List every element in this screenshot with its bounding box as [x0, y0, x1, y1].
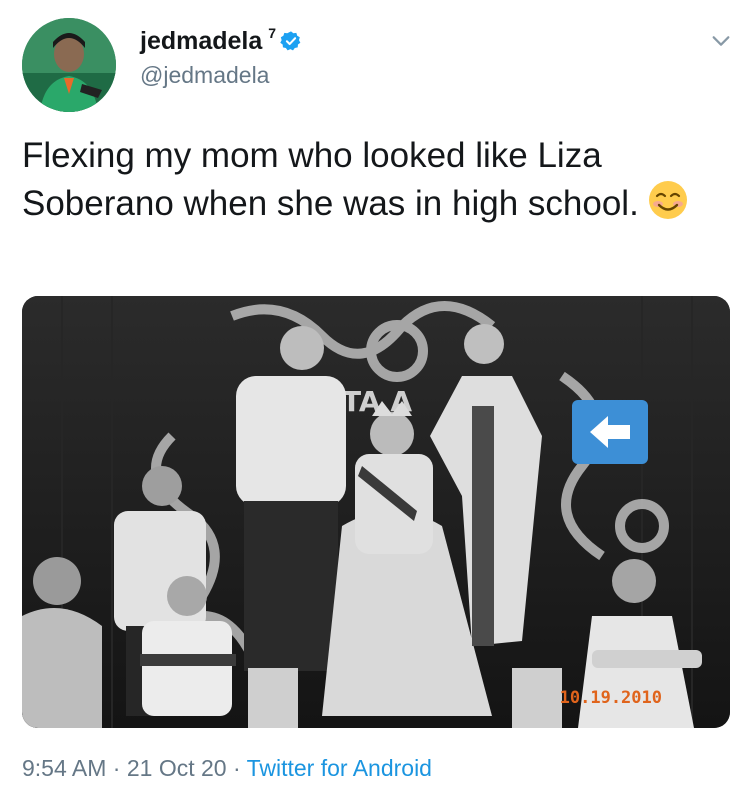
date-stamp: 10.19.2010 — [559, 688, 662, 708]
tweet-date[interactable]: 21 Oct 20 — [127, 755, 227, 781]
author-names: jedmadela 7 @jedmadela — [140, 24, 302, 89]
profile-photo-icon — [22, 18, 116, 112]
avatar[interactable] — [22, 18, 116, 112]
separator-dot: · — [106, 755, 127, 781]
source-link[interactable]: Twitter for Android — [247, 755, 432, 781]
handle[interactable]: @jedmadela — [140, 62, 302, 89]
chevron-down-icon[interactable] — [710, 30, 732, 52]
tweet-photo[interactable]: TA A 10.19.2010 — [22, 296, 730, 728]
tweet-header: jedmadela 7 @jedmadela — [22, 18, 732, 112]
coronation-photo-image: TA A — [22, 296, 730, 728]
display-name-row: jedmadela 7 — [140, 24, 302, 58]
superscript-mark: 7 — [268, 25, 277, 41]
tweet-footer: 9:54 AM · 21 Oct 20 · Twitter for Androi… — [22, 755, 432, 782]
arrow-left-icon — [572, 400, 648, 464]
tweet-text-body: Flexing my mom who looked like Liza Sobe… — [22, 136, 639, 223]
tweet-time[interactable]: 9:54 AM — [22, 755, 106, 781]
tweet-text: Flexing my mom who looked like Liza Sobe… — [22, 132, 722, 227]
separator-dot: · — [226, 755, 247, 781]
display-name[interactable]: jedmadela — [140, 27, 262, 56]
verified-badge-icon — [280, 31, 301, 51]
smiling-face-emoji-icon — [648, 181, 687, 219]
